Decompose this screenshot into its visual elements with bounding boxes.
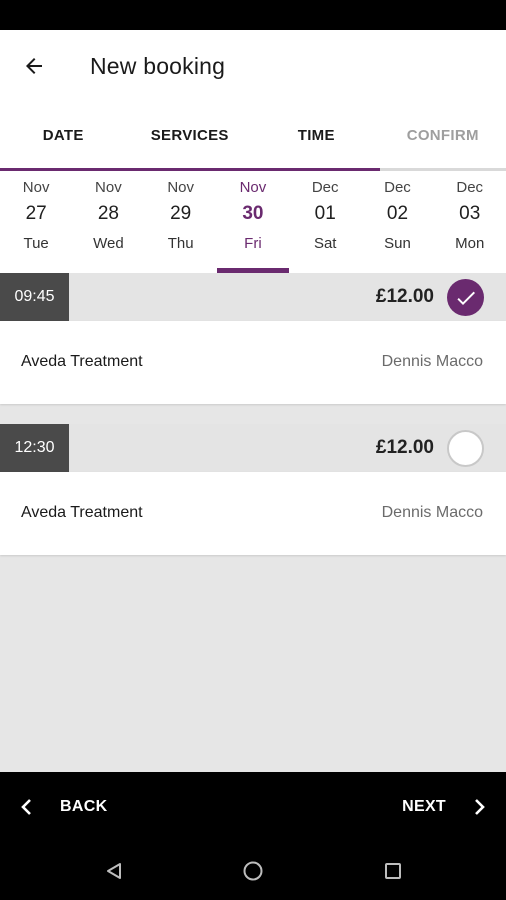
slot-details: Aveda Treatment Dennis Macco xyxy=(0,321,506,404)
slot-price: £12.00 xyxy=(375,286,434,307)
time-slot-card[interactable]: 09:45 £12.00 Aveda Treatment Dennis Macc… xyxy=(0,273,506,404)
date-cell[interactable]: Dec 02 Sun xyxy=(361,171,433,273)
date-strip: Nov 27 Tue Nov 28 Wed Nov 29 Thu Nov 30 … xyxy=(0,171,506,273)
date-month: Nov xyxy=(167,179,194,196)
slot-header: 09:45 £12.00 xyxy=(0,273,506,321)
square-recents-icon[interactable] xyxy=(379,857,407,885)
slot-details: Aveda Treatment Dennis Macco xyxy=(0,472,506,555)
app-bar: New booking xyxy=(0,30,506,102)
date-weekday: Mon xyxy=(455,235,485,252)
date-day: 28 xyxy=(97,203,119,224)
slot-staff-name: Dennis Macco xyxy=(381,353,483,370)
date-day: 02 xyxy=(386,203,409,224)
slot-service-name: Aveda Treatment xyxy=(21,353,143,370)
slot-time-badge: 12:30 xyxy=(0,424,69,472)
time-slot-card[interactable]: 12:30 £12.00 Aveda Treatment Dennis Macc… xyxy=(0,424,506,555)
date-cell[interactable]: Nov 29 Thu xyxy=(145,171,217,273)
next-button-label: NEXT xyxy=(402,798,446,815)
date-day: 29 xyxy=(170,203,192,224)
slot-select-toggle[interactable] xyxy=(447,430,484,467)
date-month: Nov xyxy=(22,179,50,196)
slot-select-toggle[interactable] xyxy=(447,279,484,316)
date-weekday: Sat xyxy=(313,235,337,252)
date-month: Nov xyxy=(239,179,267,196)
check-icon xyxy=(456,291,475,305)
date-weekday: Tue xyxy=(23,235,49,252)
back-button[interactable]: BACK xyxy=(20,786,107,828)
slot-header: 12:30 £12.00 xyxy=(0,424,506,472)
date-weekday: Fri xyxy=(244,235,262,252)
slot-price: £12.00 xyxy=(375,437,434,458)
step-tabs: DATE SERVICES TIME CONFIRM xyxy=(0,102,506,168)
date-day: 03 xyxy=(459,203,481,224)
back-button-label: BACK xyxy=(60,798,108,815)
date-weekday: Sun xyxy=(384,235,411,252)
page-title: New booking xyxy=(90,52,226,79)
next-button[interactable]: NEXT xyxy=(402,786,486,828)
circle-home-icon[interactable] xyxy=(239,857,267,885)
date-month: Dec xyxy=(456,179,484,196)
chevron-left-icon xyxy=(21,799,31,815)
slot-time-badge: 09:45 xyxy=(0,273,69,321)
tab-confirm[interactable]: CONFIRM xyxy=(380,102,506,168)
slot-service-name: Aveda Treatment xyxy=(21,504,143,521)
date-cell[interactable]: Dec 01 Sat xyxy=(289,171,361,273)
arrow-left-icon[interactable] xyxy=(0,30,70,102)
slot-staff-name: Dennis Macco xyxy=(381,504,483,521)
date-cell[interactable]: Nov 27 Tue xyxy=(0,171,72,273)
date-day: 01 xyxy=(314,203,336,224)
tab-date[interactable]: DATE xyxy=(0,102,127,168)
tab-services[interactable]: SERVICES xyxy=(127,102,254,168)
triangle-back-icon[interactable] xyxy=(100,857,128,885)
wizard-footer: BACK NEXT xyxy=(0,772,506,842)
date-weekday: Wed xyxy=(93,235,124,252)
date-day: 30 xyxy=(242,203,264,224)
system-nav-bar xyxy=(0,842,506,900)
date-weekday: Thu xyxy=(167,235,194,252)
tab-time[interactable]: TIME xyxy=(253,102,380,168)
date-cell[interactable]: Nov 28 Wed xyxy=(72,171,144,273)
date-cell[interactable]: Dec 03 Mon xyxy=(434,171,506,273)
date-month: Nov xyxy=(95,179,122,196)
chevron-right-icon xyxy=(475,799,485,815)
date-cell[interactable]: Nov 30 Fri xyxy=(216,171,290,273)
date-day: 27 xyxy=(25,203,47,224)
date-month: Dec xyxy=(311,179,339,196)
status-bar xyxy=(0,0,506,30)
date-month: Dec xyxy=(384,179,411,196)
